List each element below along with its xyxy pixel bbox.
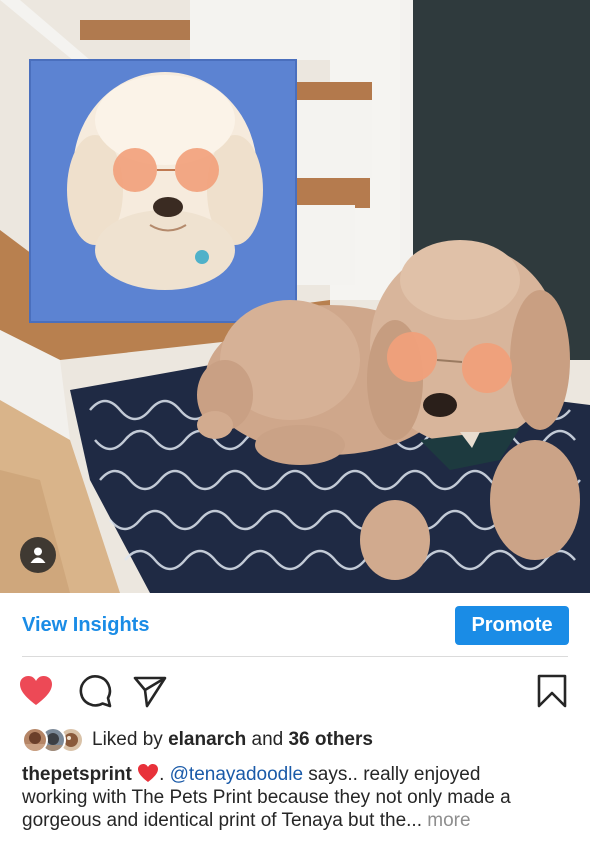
post-photo[interactable]	[0, 0, 590, 593]
red-heart-emoji-icon	[138, 764, 159, 782]
caption-mention-link[interactable]: @tenayadoodle	[170, 764, 303, 785]
liked-by-user-link[interactable]: elanarch	[168, 729, 246, 750]
heart-filled-icon[interactable]	[18, 673, 54, 709]
view-insights-link[interactable]: View Insights	[22, 614, 149, 637]
likes-text: Liked by elanarch and 36 others	[92, 729, 373, 751]
caption-text-line2: working with The Pets Print because they…	[22, 787, 511, 808]
comment-bubble-icon[interactable]	[77, 673, 113, 709]
liked-by-others-link[interactable]: 36 others	[288, 729, 372, 750]
caption-punctuation: .	[159, 764, 165, 785]
caption-text-line3: gorgeous and identical print of Tenaya b…	[22, 810, 422, 831]
tag-people-button[interactable]	[20, 537, 56, 573]
caption-more-link[interactable]: more	[427, 810, 470, 831]
user-tag-icon	[30, 547, 46, 563]
caption-text-line1: says.. really enjoyed	[308, 764, 481, 785]
caption-username-link[interactable]: thepetsprint	[22, 764, 132, 785]
bookmark-icon[interactable]	[534, 673, 570, 709]
liked-by-prefix: Liked by	[92, 729, 163, 750]
insights-bar: View Insights Promote	[0, 593, 590, 657]
avatar	[22, 727, 48, 753]
liker-avatars	[22, 727, 86, 753]
paper-plane-icon[interactable]	[132, 673, 168, 709]
promote-button[interactable]: Promote	[455, 606, 569, 645]
dog-portrait-photo	[0, 0, 590, 593]
post-actions	[0, 665, 590, 715]
divider	[22, 656, 568, 657]
post-caption: thepetsprint . @tenayadoodle says.. real…	[22, 763, 572, 832]
liked-by-and: and	[251, 729, 284, 750]
likes-summary[interactable]: Liked by elanarch and 36 others	[22, 727, 373, 753]
